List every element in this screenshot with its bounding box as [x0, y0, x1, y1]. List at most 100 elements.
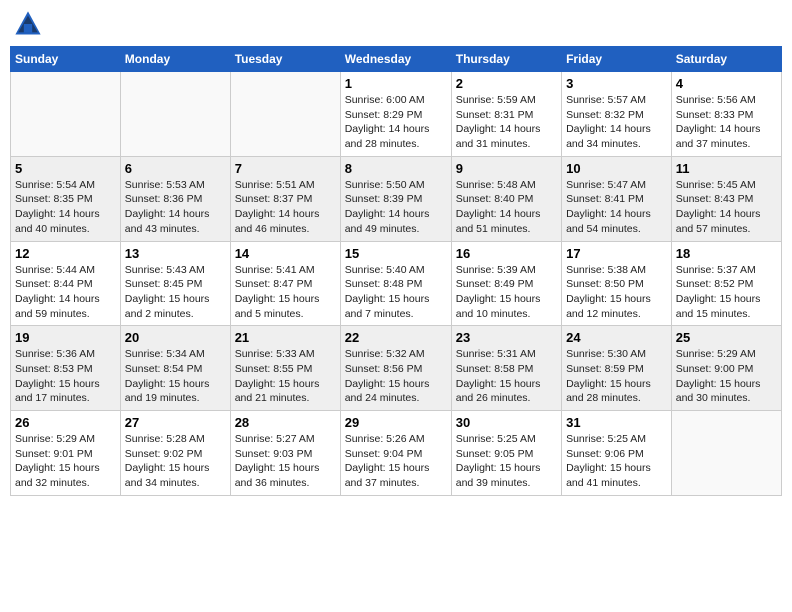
day-number: 5: [15, 161, 116, 176]
calendar-cell: 5 Sunrise: 5:54 AM Sunset: 8:35 PM Daylig…: [11, 156, 121, 241]
day-number: 29: [345, 415, 447, 430]
day-number: 6: [125, 161, 226, 176]
weekday-header-friday: Friday: [562, 47, 672, 72]
calendar-cell: 4Sunrise: 5:56 AM Sunset: 8:33 PM Daylig…: [671, 72, 781, 157]
calendar-cell: 26Sunrise: 5:29 AM Sunset: 9:01 PM Dayli…: [11, 411, 121, 496]
day-number: 18: [676, 246, 777, 261]
calendar-cell: 29 Sunrise: 5:26 AM Sunset: 9:04 PM Dayli…: [340, 411, 451, 496]
calendar-cell: [11, 72, 121, 157]
weekday-header-saturday: Saturday: [671, 47, 781, 72]
day-info: Sunrise: 5:41 AM Sunset: 8:47 PM Dayligh…: [235, 263, 336, 322]
calendar-cell: 7 Sunrise: 5:51 AM Sunset: 8:37 PM Daylig…: [230, 156, 340, 241]
calendar-cell: [671, 411, 781, 496]
calendar-week-row: 19 Sunrise: 5:36 AM Sunset: 8:53 PM Dayli…: [11, 326, 782, 411]
day-info: Sunrise: 6:00 AM Sunset: 8:29 PM Dayligh…: [345, 93, 447, 152]
day-info: Sunrise: 5:28 AM Sunset: 9:02 PM Dayligh…: [125, 432, 226, 491]
calendar-cell: 30 Sunrise: 5:25 AM Sunset: 9:05 PM Dayli…: [451, 411, 561, 496]
calendar-cell: [230, 72, 340, 157]
day-info: Sunrise: 5:44 AM Sunset: 8:44 PM Dayligh…: [15, 263, 116, 322]
day-number: 2: [456, 76, 557, 91]
day-info: Sunrise: 5:37 AM Sunset: 8:52 PM Dayligh…: [676, 263, 777, 322]
day-number: 25: [676, 330, 777, 345]
calendar-cell: 8 Sunrise: 5:50 AM Sunset: 8:39 PM Daylig…: [340, 156, 451, 241]
day-number: 13: [125, 246, 226, 261]
calendar-cell: 1 Sunrise: 6:00 AM Sunset: 8:29 PM Daylig…: [340, 72, 451, 157]
calendar-cell: 31 Sunrise: 5:25 AM Sunset: 9:06 PM Dayli…: [562, 411, 672, 496]
day-number: 22: [345, 330, 447, 345]
calendar-cell: [120, 72, 230, 157]
calendar-cell: 25Sunrise: 5:29 AM Sunset: 9:00 PM Dayli…: [671, 326, 781, 411]
logo-icon: [14, 10, 42, 38]
calendar-cell: 10 Sunrise: 5:47 AM Sunset: 8:41 PM Dayli…: [562, 156, 672, 241]
calendar-cell: 23 Sunrise: 5:31 AM Sunset: 8:58 PM Dayli…: [451, 326, 561, 411]
day-number: 1: [345, 76, 447, 91]
calendar-week-row: 12Sunrise: 5:44 AM Sunset: 8:44 PM Dayli…: [11, 241, 782, 326]
day-info: Sunrise: 5:26 AM Sunset: 9:04 PM Dayligh…: [345, 432, 447, 491]
calendar-cell: 16 Sunrise: 5:39 AM Sunset: 8:49 PM Dayli…: [451, 241, 561, 326]
day-number: 27: [125, 415, 226, 430]
day-info: Sunrise: 5:34 AM Sunset: 8:54 PM Dayligh…: [125, 347, 226, 406]
calendar-cell: 14 Sunrise: 5:41 AM Sunset: 8:47 PM Dayli…: [230, 241, 340, 326]
weekday-header-monday: Monday: [120, 47, 230, 72]
day-info: Sunrise: 5:40 AM Sunset: 8:48 PM Dayligh…: [345, 263, 447, 322]
day-info: Sunrise: 5:47 AM Sunset: 8:41 PM Dayligh…: [566, 178, 667, 237]
day-info: Sunrise: 5:48 AM Sunset: 8:40 PM Dayligh…: [456, 178, 557, 237]
day-number: 31: [566, 415, 667, 430]
day-number: 15: [345, 246, 447, 261]
calendar-cell: 19 Sunrise: 5:36 AM Sunset: 8:53 PM Dayli…: [11, 326, 121, 411]
day-number: 28: [235, 415, 336, 430]
day-number: 10: [566, 161, 667, 176]
logo: [14, 10, 44, 38]
page-header: [10, 10, 782, 38]
calendar-cell: 17 Sunrise: 5:38 AM Sunset: 8:50 PM Dayli…: [562, 241, 672, 326]
calendar-cell: 18 Sunrise: 5:37 AM Sunset: 8:52 PM Dayli…: [671, 241, 781, 326]
day-info: Sunrise: 5:50 AM Sunset: 8:39 PM Dayligh…: [345, 178, 447, 237]
day-info: Sunrise: 5:56 AM Sunset: 8:33 PM Dayligh…: [676, 93, 777, 152]
calendar-week-row: 5 Sunrise: 5:54 AM Sunset: 8:35 PM Daylig…: [11, 156, 782, 241]
day-number: 8: [345, 161, 447, 176]
day-number: 16: [456, 246, 557, 261]
weekday-header-wednesday: Wednesday: [340, 47, 451, 72]
day-number: 23: [456, 330, 557, 345]
calendar-cell: 2 Sunrise: 5:59 AM Sunset: 8:31 PM Daylig…: [451, 72, 561, 157]
day-info: Sunrise: 5:31 AM Sunset: 8:58 PM Dayligh…: [456, 347, 557, 406]
day-info: Sunrise: 5:57 AM Sunset: 8:32 PM Dayligh…: [566, 93, 667, 152]
day-info: Sunrise: 5:54 AM Sunset: 8:35 PM Dayligh…: [15, 178, 116, 237]
day-number: 7: [235, 161, 336, 176]
calendar-week-row: 1 Sunrise: 6:00 AM Sunset: 8:29 PM Daylig…: [11, 72, 782, 157]
calendar-cell: 22Sunrise: 5:32 AM Sunset: 8:56 PM Dayli…: [340, 326, 451, 411]
calendar-cell: 20 Sunrise: 5:34 AM Sunset: 8:54 PM Dayli…: [120, 326, 230, 411]
day-number: 19: [15, 330, 116, 345]
calendar-table: SundayMondayTuesdayWednesdayThursdayFrid…: [10, 46, 782, 496]
day-number: 17: [566, 246, 667, 261]
day-info: Sunrise: 5:30 AM Sunset: 8:59 PM Dayligh…: [566, 347, 667, 406]
calendar-cell: 11 Sunrise: 5:45 AM Sunset: 8:43 PM Dayli…: [671, 156, 781, 241]
day-number: 30: [456, 415, 557, 430]
weekday-header-tuesday: Tuesday: [230, 47, 340, 72]
day-info: Sunrise: 5:51 AM Sunset: 8:37 PM Dayligh…: [235, 178, 336, 237]
day-info: Sunrise: 5:38 AM Sunset: 8:50 PM Dayligh…: [566, 263, 667, 322]
day-info: Sunrise: 5:27 AM Sunset: 9:03 PM Dayligh…: [235, 432, 336, 491]
day-info: Sunrise: 5:25 AM Sunset: 9:05 PM Dayligh…: [456, 432, 557, 491]
day-info: Sunrise: 5:45 AM Sunset: 8:43 PM Dayligh…: [676, 178, 777, 237]
calendar-header-row: SundayMondayTuesdayWednesdayThursdayFrid…: [11, 47, 782, 72]
day-number: 20: [125, 330, 226, 345]
calendar-cell: 3 Sunrise: 5:57 AM Sunset: 8:32 PM Daylig…: [562, 72, 672, 157]
day-number: 26: [15, 415, 116, 430]
calendar-cell: 24 Sunrise: 5:30 AM Sunset: 8:59 PM Dayli…: [562, 326, 672, 411]
day-info: Sunrise: 5:39 AM Sunset: 8:49 PM Dayligh…: [456, 263, 557, 322]
day-info: Sunrise: 5:33 AM Sunset: 8:55 PM Dayligh…: [235, 347, 336, 406]
calendar-cell: 15 Sunrise: 5:40 AM Sunset: 8:48 PM Dayli…: [340, 241, 451, 326]
calendar-cell: 27 Sunrise: 5:28 AM Sunset: 9:02 PM Dayli…: [120, 411, 230, 496]
calendar-cell: 21Sunrise: 5:33 AM Sunset: 8:55 PM Dayli…: [230, 326, 340, 411]
day-number: 3: [566, 76, 667, 91]
weekday-header-thursday: Thursday: [451, 47, 561, 72]
day-number: 11: [676, 161, 777, 176]
day-number: 14: [235, 246, 336, 261]
day-info: Sunrise: 5:53 AM Sunset: 8:36 PM Dayligh…: [125, 178, 226, 237]
weekday-header-sunday: Sunday: [11, 47, 121, 72]
day-info: Sunrise: 5:36 AM Sunset: 8:53 PM Dayligh…: [15, 347, 116, 406]
day-info: Sunrise: 5:59 AM Sunset: 8:31 PM Dayligh…: [456, 93, 557, 152]
day-number: 24: [566, 330, 667, 345]
day-info: Sunrise: 5:25 AM Sunset: 9:06 PM Dayligh…: [566, 432, 667, 491]
